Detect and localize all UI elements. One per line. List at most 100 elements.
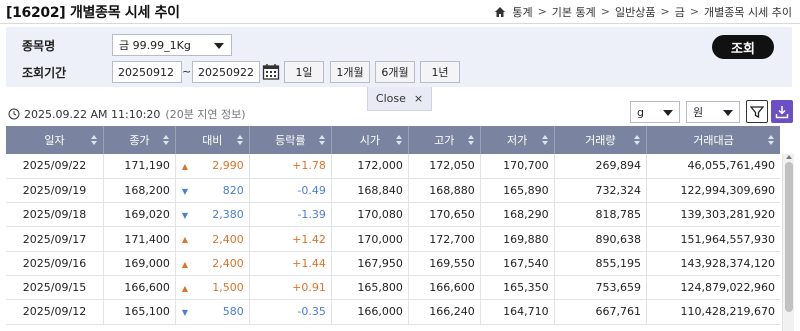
cell-rate: -1.39: [249, 202, 332, 228]
period-1m-button[interactable]: 1개월: [330, 61, 370, 83]
stock-select-value: 금 99.99_1Kg: [119, 39, 191, 52]
sort-icon[interactable]: [395, 135, 402, 145]
cell-volume: 753,659: [554, 275, 647, 301]
cell-open: 166,000: [331, 299, 409, 325]
close-icon: ×: [413, 92, 424, 105]
breadcrumb-separator: >: [537, 5, 547, 18]
sort-icon[interactable]: [768, 135, 774, 145]
cell-low: 165,350: [480, 275, 555, 301]
cell-low: 170,700: [480, 154, 555, 179]
date-to-input[interactable]: 20250922: [192, 61, 260, 83]
col-header-close[interactable]: 종가: [103, 126, 176, 154]
sort-icon[interactable]: [236, 135, 243, 145]
sort-icon[interactable]: [162, 135, 169, 145]
cell-open: 165,800: [331, 275, 409, 301]
col-header-amount[interactable]: 거래대금: [646, 126, 780, 154]
filter-icon: [750, 105, 764, 118]
table-scrollbar[interactable]: [782, 154, 794, 331]
home-icon[interactable]: [494, 6, 506, 18]
cell-close: 168,200: [103, 178, 176, 204]
cell-amount: 124,879,022,960: [646, 275, 780, 301]
arrow-up-icon: ▲: [181, 235, 189, 245]
cell-high: 170,650: [408, 202, 481, 228]
sort-icon[interactable]: [318, 135, 325, 145]
period-1y-button[interactable]: 1년: [420, 61, 460, 83]
cell-diff: ▲ 2,400: [175, 226, 250, 252]
col-header-date[interactable]: 일자: [6, 126, 105, 154]
collapse-panel-button[interactable]: Close ×: [367, 87, 432, 111]
cell-amount: 46,055,761,490: [646, 154, 780, 179]
breadcrumb-separator: >: [600, 5, 610, 18]
stock-label: 종목명: [22, 39, 56, 53]
calendar-icon[interactable]: [262, 63, 280, 81]
cell-high: 169,550: [408, 251, 481, 276]
cell-close: 171,190: [103, 154, 176, 179]
table-row: 2025/09/18 169,020 ▼ 2,380 -1.39 170,080 …: [6, 202, 780, 228]
sort-icon[interactable]: [541, 135, 548, 145]
breadcrumb-item[interactable]: 일반상품: [615, 4, 655, 20]
arrow-down-icon: ▼: [181, 308, 189, 318]
download-button[interactable]: [771, 100, 793, 123]
breadcrumb-item[interactable]: 기본 통계: [552, 4, 596, 20]
breadcrumb-item[interactable]: 개별종목 시세 추이: [704, 4, 792, 20]
cell-volume: 890,638: [554, 226, 647, 252]
sort-icon[interactable]: [633, 135, 640, 145]
search-button[interactable]: 조회: [712, 35, 774, 59]
cell-date: 2025/09/16: [6, 251, 105, 276]
chevron-down-icon: [214, 43, 224, 49]
table-row: 2025/09/15 166,600 ▲ 1,500 +0.91 165,800 …: [6, 275, 780, 301]
cell-open: 170,080: [331, 202, 409, 228]
sort-icon[interactable]: [91, 135, 98, 145]
stock-select[interactable]: 금 99.99_1Kg: [112, 34, 232, 56]
col-header-high[interactable]: 고가: [408, 126, 481, 154]
cell-open: 172,000: [331, 154, 409, 179]
cell-open: 167,950: [331, 251, 409, 276]
period-label: 조회기간: [22, 66, 67, 80]
period-6m-button[interactable]: 6개월: [375, 61, 415, 83]
breadcrumb-separator: >: [660, 5, 670, 18]
cell-open: 170,000: [331, 226, 409, 252]
cell-low: 168,290: [480, 202, 555, 228]
cell-rate: -0.35: [249, 299, 332, 325]
cell-low: 164,710: [480, 299, 555, 325]
currency-unit-select[interactable]: 원: [686, 101, 740, 123]
date-from-input[interactable]: 20250912: [112, 61, 182, 83]
cell-close: 166,600: [103, 275, 176, 301]
chevron-down-icon: [723, 110, 733, 116]
cell-close: 165,100: [103, 299, 176, 325]
cell-amount: 122,994,309,690: [646, 178, 780, 204]
sort-icon[interactable]: [467, 135, 474, 145]
arrow-up-icon: ▲: [181, 283, 189, 293]
breadcrumb-item[interactable]: 금: [675, 4, 685, 20]
period-1d-button[interactable]: 1일: [284, 61, 324, 83]
cell-high: 172,700: [408, 226, 481, 252]
scroll-up-icon[interactable]: [786, 155, 792, 159]
arrow-up-icon: ▲: [181, 259, 189, 269]
cell-volume: 269,894: [554, 154, 647, 179]
cell-high: 166,600: [408, 275, 481, 301]
breadcrumb-item[interactable]: 통계: [512, 4, 532, 20]
cell-rate: +1.42: [249, 226, 332, 252]
chevron-down-icon: [663, 110, 673, 116]
cell-rate: +1.78: [249, 154, 332, 179]
arrow-down-icon: ▼: [181, 211, 189, 221]
table-row: 2025/09/16 169,000 ▲ 2,400 +1.44 167,950 …: [6, 251, 780, 276]
scroll-thumb[interactable]: [785, 162, 793, 312]
cell-amount: 143,928,374,120: [646, 251, 780, 276]
cell-close: 171,400: [103, 226, 176, 252]
filter-button[interactable]: [746, 100, 768, 123]
table-row: 2025/09/17 171,400 ▲ 2,400 +1.42 170,000 …: [6, 226, 780, 252]
col-header-low[interactable]: 저가: [480, 126, 555, 154]
cell-diff: ▲ 2,990: [175, 154, 250, 179]
col-header-volume[interactable]: 거래량: [554, 126, 647, 154]
cell-rate: +0.91: [249, 275, 332, 301]
cell-close: 169,020: [103, 202, 176, 228]
col-header-diff[interactable]: 대비: [175, 126, 250, 154]
col-header-rate[interactable]: 등락률: [249, 126, 332, 154]
cell-high: 168,880: [408, 178, 481, 204]
col-header-open[interactable]: 시가: [331, 126, 409, 154]
weight-unit-select[interactable]: g: [630, 101, 680, 123]
table-header-row: 일자 종가 대비 등락률 시가 고가 저가 거래량 거래대금: [6, 126, 780, 154]
cell-high: 172,050: [408, 154, 481, 179]
arrow-up-icon: ▲: [181, 162, 189, 171]
